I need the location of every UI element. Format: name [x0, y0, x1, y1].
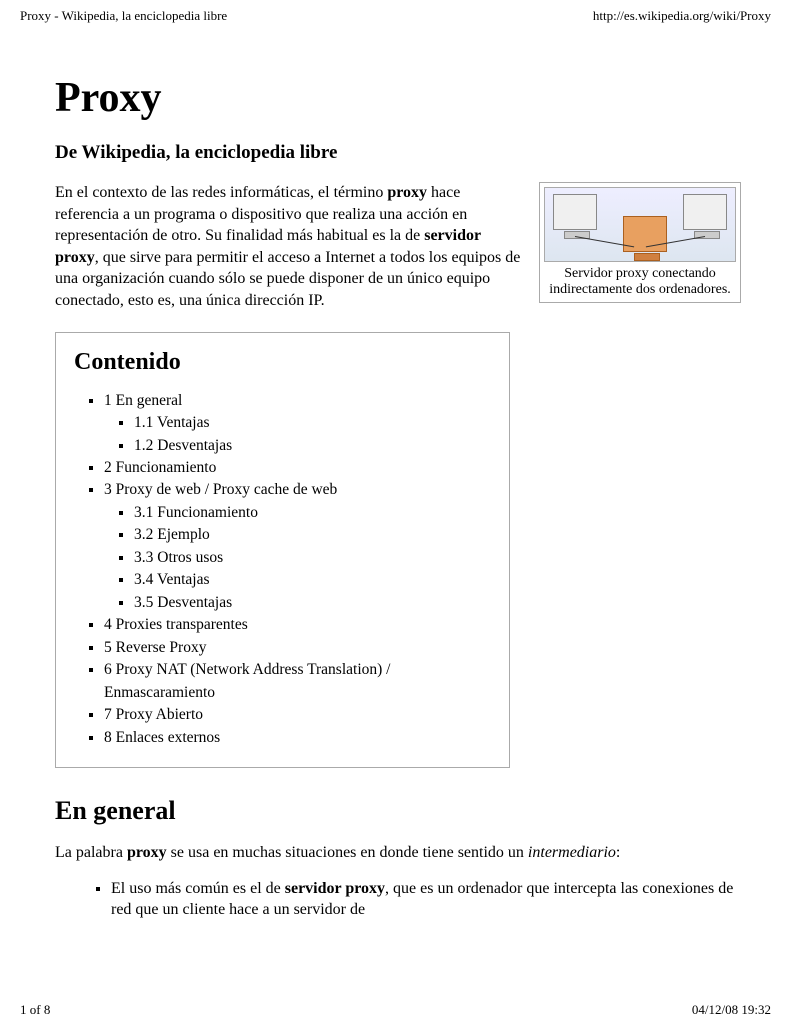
- client-computer-icon: [553, 194, 597, 230]
- toc-item[interactable]: 1 En general 1.1 Ventajas 1.2 Desventaja…: [104, 390, 491, 457]
- toc-list: 1 En general 1.1 Ventajas 1.2 Desventaja…: [74, 390, 491, 750]
- infobox-caption: Servidor proxy conectando indirectamente…: [544, 266, 736, 298]
- body-list: El uso más común es el de servidor proxy…: [55, 878, 741, 921]
- server-computer-icon: [683, 194, 727, 230]
- infobox: Servidor proxy conectando indirectamente…: [539, 182, 741, 303]
- list-item: El uso más común es el de servidor proxy…: [111, 878, 741, 921]
- toc-item[interactable]: 4 Proxies transparentes: [104, 614, 491, 636]
- page-subtitle: De Wikipedia, la enciclopedia libre: [55, 142, 741, 164]
- print-footer: 1 of 8 04/12/08 19:32: [0, 1002, 791, 1018]
- header-url: http://es.wikipedia.org/wiki/Proxy: [593, 8, 771, 24]
- table-of-contents: Contenido 1 En general 1.1 Ventajas 1.2 …: [55, 332, 510, 769]
- toc-item[interactable]: 1.1 Ventajas: [134, 412, 491, 434]
- print-header: Proxy - Wikipedia, la enciclopedia libre…: [0, 0, 791, 24]
- toc-item[interactable]: 3 Proxy de web / Proxy cache de web 3.1 …: [104, 479, 491, 614]
- toc-item[interactable]: 2 Funcionamiento: [104, 457, 491, 479]
- toc-item[interactable]: 6 Proxy NAT (Network Address Translation…: [104, 659, 491, 704]
- proxy-diagram-image: [544, 187, 736, 262]
- toc-item[interactable]: 3.1 Funcionamiento: [134, 502, 491, 524]
- toc-item[interactable]: 7 Proxy Abierto: [104, 704, 491, 726]
- toc-item[interactable]: 8 Enlaces externos: [104, 727, 491, 749]
- toc-item[interactable]: 5 Reverse Proxy: [104, 637, 491, 659]
- toc-heading: Contenido: [74, 349, 491, 376]
- section-heading: En general: [55, 796, 741, 826]
- toc-item[interactable]: 3.3 Otros usos: [134, 547, 491, 569]
- page-title: Proxy: [55, 74, 741, 122]
- page-content: Proxy De Wikipedia, la enciclopedia libr…: [0, 24, 791, 921]
- page-number: 1 of 8: [20, 1002, 50, 1018]
- toc-item[interactable]: 3.5 Desventajas: [134, 592, 491, 614]
- body-paragraph: La palabra proxy se usa en muchas situac…: [55, 842, 741, 864]
- toc-item[interactable]: 1.2 Desventajas: [134, 435, 491, 457]
- toc-item[interactable]: 3.2 Ejemplo: [134, 524, 491, 546]
- intro-paragraph: En el contexto de las redes informáticas…: [55, 182, 521, 312]
- toc-item[interactable]: 3.4 Ventajas: [134, 569, 491, 591]
- print-timestamp: 04/12/08 19:32: [692, 1002, 771, 1018]
- header-title: Proxy - Wikipedia, la enciclopedia libre: [20, 8, 227, 24]
- intro-section: En el contexto de las redes informáticas…: [55, 182, 741, 312]
